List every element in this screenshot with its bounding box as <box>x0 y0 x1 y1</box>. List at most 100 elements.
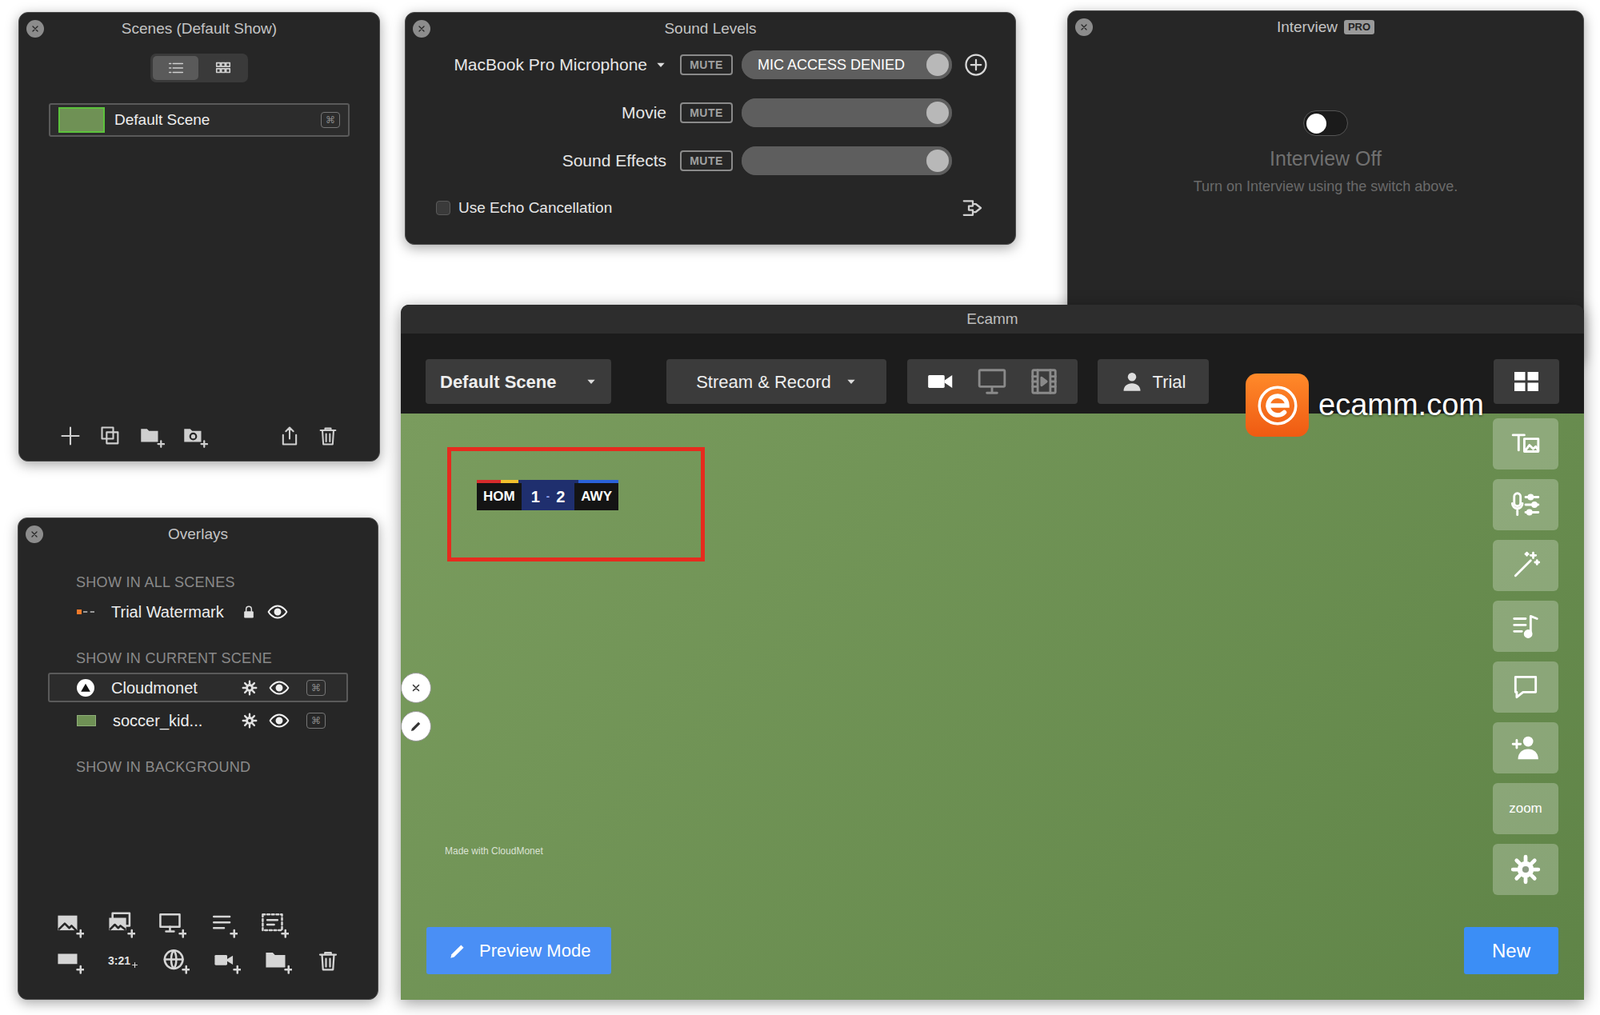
add-source-icon[interactable] <box>964 52 988 77</box>
slider-knob[interactable] <box>926 101 949 124</box>
scene-row[interactable]: Default Scene⌘ <box>48 103 350 137</box>
echo-cancellation-row: Use Echo Cancellation <box>405 196 1016 220</box>
overlay-row-controls <box>240 598 288 625</box>
tool-button[interactable]: zoom <box>1492 783 1559 835</box>
add-web-icon[interactable] <box>162 947 190 975</box>
eye-icon[interactable] <box>268 710 290 732</box>
ecamm-logo-icon <box>1245 373 1309 437</box>
camera-icon[interactable] <box>925 366 956 397</box>
eye-icon[interactable] <box>268 677 290 699</box>
layout-button[interactable] <box>1493 359 1560 404</box>
scene-menu[interactable]: Default Scene <box>425 359 612 404</box>
add-shape-icon[interactable] <box>56 947 84 975</box>
add-image-icon[interactable] <box>56 911 84 939</box>
timed-folder-add-icon[interactable] <box>182 424 208 448</box>
person-icon <box>1120 370 1144 393</box>
close-button[interactable] <box>1075 18 1093 36</box>
close-icon <box>30 24 40 34</box>
folder-add-icon[interactable] <box>139 424 165 448</box>
hotkey-badge: ⌘ <box>306 712 326 729</box>
audio-routing-icon[interactable] <box>960 196 985 220</box>
remove-overlay-button[interactable] <box>400 672 432 704</box>
tool-button[interactable] <box>1492 600 1559 652</box>
add-folder-icon[interactable] <box>264 947 292 975</box>
volume-slider[interactable]: MIC ACCESS DENIED <box>741 50 952 80</box>
close-button[interactable] <box>26 20 44 38</box>
grid-icon <box>1512 367 1541 396</box>
section-heading: SHOW IN CURRENT SCENE <box>48 647 348 670</box>
add-icon[interactable] <box>59 424 82 448</box>
slider-knob[interactable] <box>926 53 949 76</box>
echo-label: Use Echo Cancellation <box>458 196 612 220</box>
slider-knob[interactable] <box>926 149 949 172</box>
edit-overlay-button[interactable] <box>400 711 432 742</box>
echo-checkbox[interactable] <box>436 200 451 216</box>
source-label[interactable]: MacBook Pro Microphone <box>405 52 667 78</box>
home-score: 1 <box>531 484 540 509</box>
tool-button[interactable] <box>1492 661 1559 713</box>
close-button[interactable] <box>25 525 44 544</box>
add-title-icon[interactable] <box>210 911 238 939</box>
tool-button[interactable] <box>1492 418 1559 470</box>
sound-source-row: MacBook Pro Microphone MUTE MIC ACCESS DEN… <box>405 47 1016 83</box>
close-icon <box>1079 22 1089 32</box>
music-icon <box>1510 611 1541 642</box>
add-screen-icon[interactable] <box>159 911 187 939</box>
add-slideshow-icon[interactable] <box>108 911 136 939</box>
overlay-row[interactable]: soccer_kid...⌘ <box>48 705 348 736</box>
source-name: Movie <box>621 100 667 126</box>
overlay-section: SHOW IN CURRENT SCENECloudmonet⌘soccer_k… <box>48 647 348 736</box>
gear-icon[interactable] <box>240 679 259 697</box>
desktop: Scenes (Default Show)Default Scene⌘Sound… <box>0 0 1600 1015</box>
close-icon <box>29 529 40 540</box>
overlay-row[interactable]: Cloudmonet⌘ <box>48 672 348 703</box>
movie-icon[interactable] <box>1028 366 1060 397</box>
tool-button[interactable] <box>1492 722 1559 774</box>
new-button[interactable]: New <box>1464 927 1559 975</box>
tool-button[interactable] <box>1492 844 1559 896</box>
title-bar: InterviewPRO <box>1068 11 1584 44</box>
source-label: Movie <box>405 100 667 126</box>
eye-icon[interactable] <box>267 601 288 623</box>
overlay-row[interactable]: Trial Watermark <box>48 596 348 627</box>
source-name: MacBook Pro Microphone <box>453 52 648 78</box>
guests-icon <box>1510 732 1541 764</box>
add-video-icon[interactable] <box>213 947 241 975</box>
tool-button[interactable] <box>1492 479 1559 531</box>
title-bar: Ecamm <box>400 304 1584 334</box>
home-team: HOM <box>476 483 522 511</box>
preview-mode-button[interactable]: Preview Mode <box>426 927 612 975</box>
duplicate-icon[interactable] <box>99 424 122 448</box>
mute-button[interactable]: MUTE <box>680 54 733 76</box>
output-menu-label: Stream & Record <box>696 368 832 396</box>
view-mode-button[interactable] <box>200 56 246 80</box>
add-countdown-button[interactable]: 3:21 <box>108 952 139 970</box>
volume-slider[interactable] <box>741 98 952 128</box>
zoom-label: zoom <box>1508 798 1543 820</box>
scene-thumbnail <box>58 107 105 133</box>
switch-knob <box>1306 113 1327 134</box>
sound-sources: MacBook Pro Microphone MUTE MIC ACCESS DEN… <box>405 47 1016 179</box>
lock-icon <box>240 604 257 620</box>
share-icon[interactable] <box>278 424 301 448</box>
title-bar: Sound Levels <box>405 12 1016 45</box>
trash-icon[interactable] <box>316 424 340 448</box>
scoreboard-cells: HOM1-2AWY <box>476 483 619 511</box>
trash-icon[interactable] <box>316 948 340 973</box>
account-button[interactable]: Trial <box>1097 359 1209 404</box>
mute-button[interactable]: MUTE <box>680 150 733 172</box>
screen-icon[interactable] <box>976 366 1008 397</box>
output-menu[interactable]: Stream & Record <box>666 359 887 404</box>
window-title: Scenes (Default Show) <box>121 17 277 41</box>
view-mode-button[interactable] <box>152 56 199 80</box>
add-text-box-icon[interactable] <box>261 911 289 939</box>
tool-button[interactable] <box>1492 540 1559 592</box>
interview-switch[interactable] <box>1303 110 1348 136</box>
volume-slider[interactable] <box>741 146 952 176</box>
close-button[interactable] <box>412 20 431 38</box>
gear-icon[interactable] <box>240 712 259 730</box>
mute-button[interactable]: MUTE <box>680 102 733 124</box>
cloudmonet-logo-icon <box>76 679 95 697</box>
ecamm-window: EcammDefault SceneStream & RecordTrialec… <box>400 304 1584 1000</box>
overlays-window: OverlaysSHOW IN ALL SCENESTrial Watermar… <box>17 517 379 1000</box>
